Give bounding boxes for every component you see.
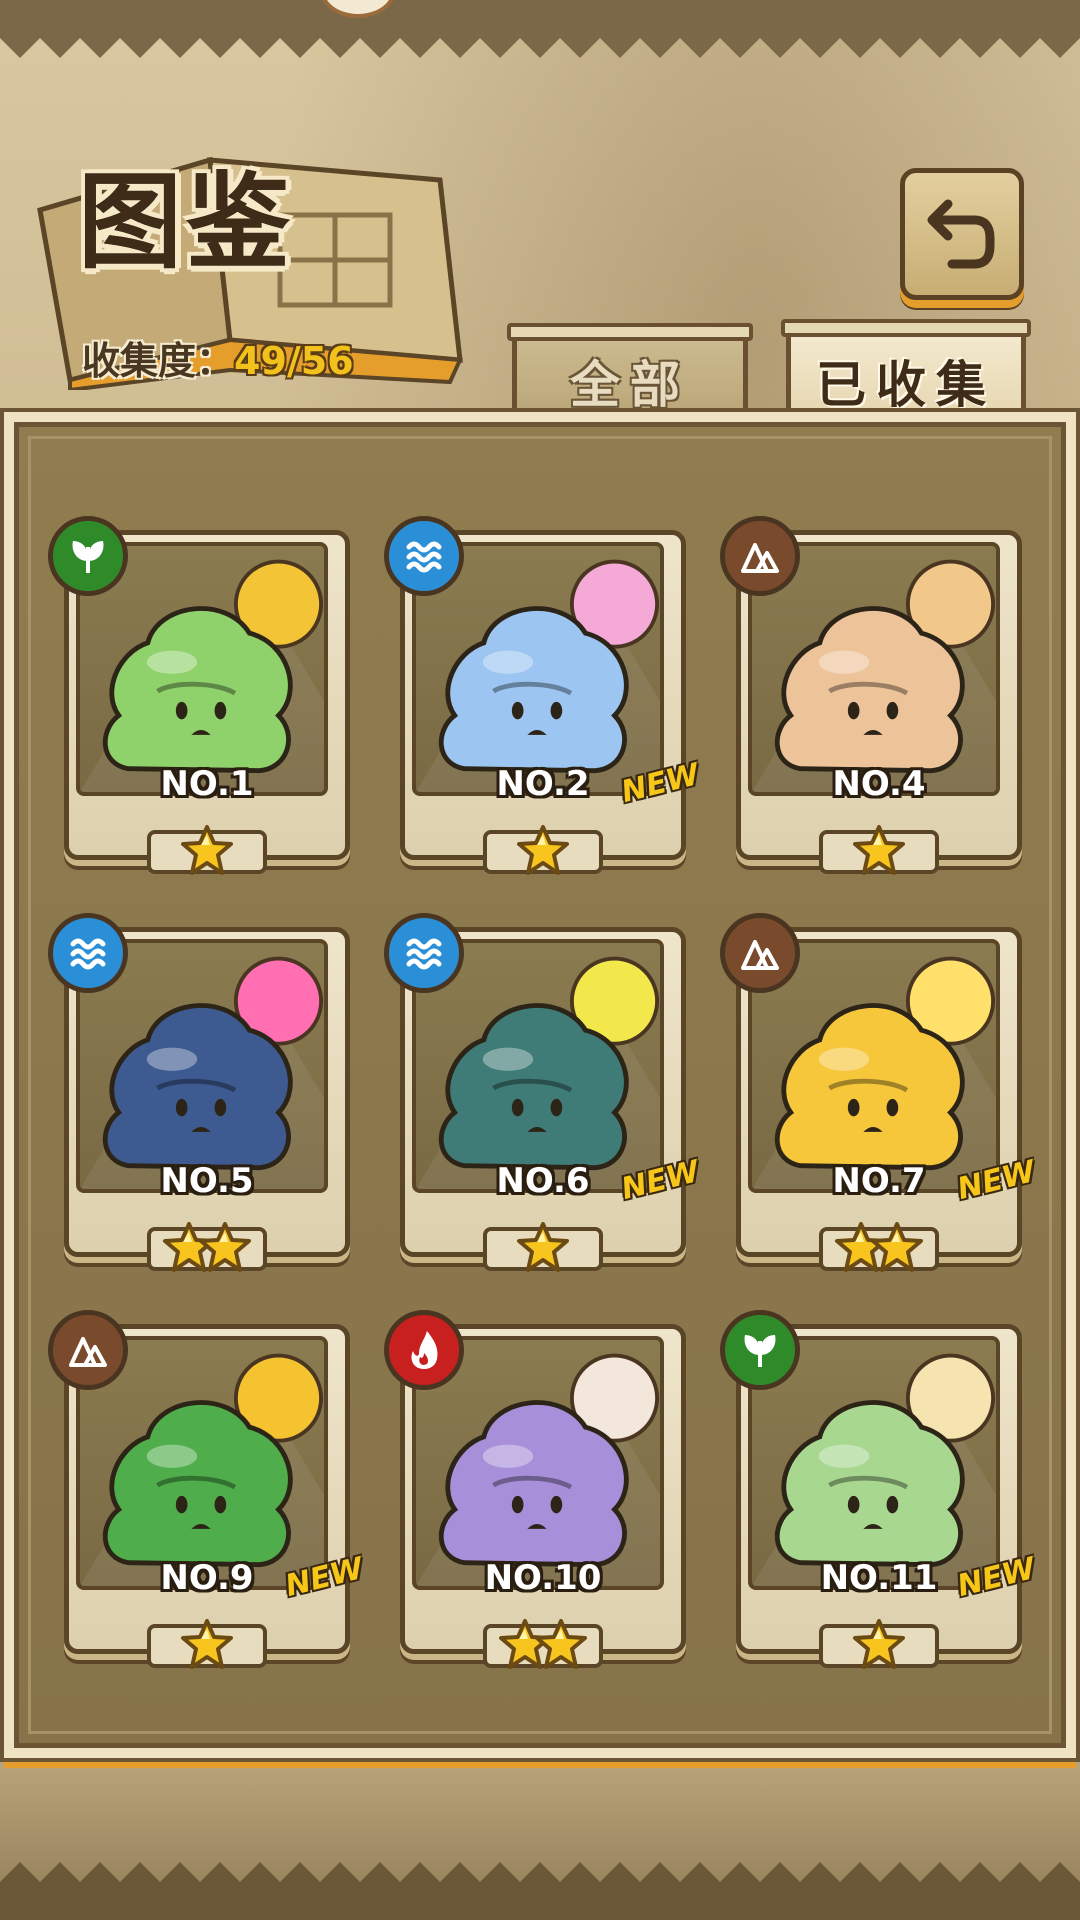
back-button[interactable] <box>900 168 1024 300</box>
fire-flame-icon <box>411 1331 438 1369</box>
star-icon <box>535 1619 587 1669</box>
water-wave-icon <box>70 938 106 970</box>
element-badge <box>720 516 800 596</box>
star-rating <box>736 816 1022 886</box>
water-wave-icon <box>406 938 442 970</box>
earth-rock-icon <box>741 940 779 970</box>
star-rating <box>400 816 686 886</box>
collection-progress: 收集度：49/56 <box>82 330 354 385</box>
star-icon <box>853 825 905 875</box>
tab-collected-label: 已收集 <box>816 355 996 414</box>
tab-all-label: 全部 <box>570 355 690 414</box>
star-icon <box>517 825 569 875</box>
element-badge <box>48 1310 128 1390</box>
bottom-zigzag-border <box>0 1862 1080 1920</box>
creature-card[interactable]: NO.11 NEW <box>720 1310 1039 1669</box>
creature-card[interactable]: NO.1 <box>48 516 350 875</box>
creature-card[interactable]: NO.10 <box>384 1310 686 1669</box>
star-rating <box>64 1610 350 1680</box>
collection-value: 49/56 <box>234 339 354 383</box>
creature-card[interactable]: NO.6 NEW <box>384 913 703 1272</box>
star-icon <box>181 1619 233 1669</box>
card-number: NO.4 <box>832 764 926 804</box>
collection-label: 收集度： <box>82 339 235 383</box>
return-arrow-icon <box>927 199 995 269</box>
creature-card[interactable]: NO.4 <box>720 516 1022 875</box>
grass-leaf-icon <box>72 541 104 573</box>
element-badge <box>384 1310 464 1390</box>
element-badge <box>384 516 464 596</box>
star-rating <box>400 1213 686 1283</box>
element-badge <box>720 1310 800 1390</box>
star-rating <box>400 1610 686 1680</box>
element-badge <box>384 913 464 993</box>
water-wave-icon <box>406 541 442 573</box>
star-icon <box>517 1222 569 1272</box>
star-icon <box>199 1222 251 1272</box>
top-zigzag-border <box>0 0 1080 58</box>
star-icon <box>853 1619 905 1669</box>
star-rating <box>736 1610 1022 1680</box>
earth-rock-icon <box>69 1337 107 1367</box>
creature-card[interactable]: NO.7 NEW <box>720 913 1039 1272</box>
grass-leaf-icon <box>744 1335 776 1367</box>
element-badge <box>48 913 128 993</box>
star-rating <box>64 816 350 886</box>
page-title: 图鉴 <box>78 161 295 283</box>
element-badge <box>48 516 128 596</box>
card-number: NO.1 <box>160 764 254 804</box>
star-icon <box>181 825 233 875</box>
creature-card[interactable]: NO.2 NEW <box>384 516 703 875</box>
tab-cap <box>507 323 753 341</box>
star-icon <box>871 1222 923 1272</box>
star-rating <box>736 1213 1022 1283</box>
creature-card[interactable]: NO.9 NEW <box>48 1310 367 1669</box>
card-number: NO.10 <box>484 1558 602 1598</box>
card-number: NO.5 <box>160 1161 254 1201</box>
creature-card[interactable]: NO.5 <box>48 913 350 1272</box>
element-badge <box>720 913 800 993</box>
earth-rock-icon <box>741 543 779 573</box>
tab-cap <box>781 319 1031 337</box>
star-rating <box>64 1213 350 1283</box>
